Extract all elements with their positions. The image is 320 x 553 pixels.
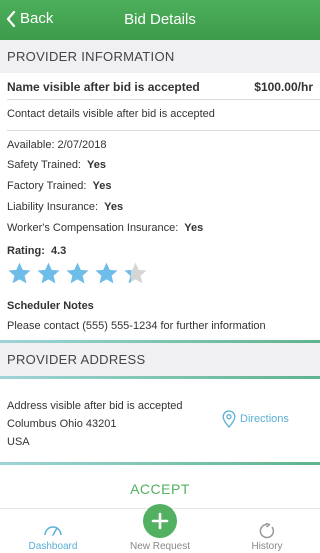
provider-rate: $100.00/hr xyxy=(254,80,313,94)
liability-insurance-row: Liability Insurance: Yes xyxy=(7,201,123,213)
divider xyxy=(7,130,320,131)
attribute-value: Yes xyxy=(87,159,106,171)
address-line-1: Address visible after bid is accepted xyxy=(7,400,183,412)
attribute-label: Factory Trained: xyxy=(7,180,87,192)
rating-value: 4.3 xyxy=(50,245,67,257)
tab-label: History xyxy=(251,541,283,552)
star-icon xyxy=(8,262,31,284)
address-line-3: USA xyxy=(7,436,30,448)
new-request-button[interactable] xyxy=(143,504,177,538)
safety-trained-row: Safety Trained: Yes xyxy=(7,159,106,171)
section-divider xyxy=(0,376,320,379)
directions-label: Directions xyxy=(240,413,289,425)
provider-name: Name visible after bid is accepted xyxy=(7,80,200,94)
accept-button[interactable]: ACCEPT xyxy=(0,481,320,497)
attribute-label: Worker's Compensation Insurance: xyxy=(7,222,179,234)
section-divider xyxy=(0,462,320,465)
factory-trained-row: Factory Trained: Yes xyxy=(7,180,111,192)
top-bar: Back Bid Details xyxy=(0,0,320,40)
attribute-value: Yes xyxy=(92,180,112,192)
speedometer-icon xyxy=(44,526,62,536)
tab-label: New Request xyxy=(129,541,191,552)
plus-icon xyxy=(151,512,169,530)
refresh-icon xyxy=(259,523,275,539)
page-title: Bid Details xyxy=(124,11,196,28)
provider-information-header: PROVIDER INFORMATION xyxy=(0,40,320,73)
scheduler-notes-text: Please contact (555) 555-1234 for furthe… xyxy=(7,320,266,332)
attribute-value: Yes xyxy=(104,201,124,213)
tab-history[interactable]: History xyxy=(222,523,312,552)
rating-label: Rating: xyxy=(7,245,45,257)
tab-label: Dashboard xyxy=(28,541,78,552)
workers-comp-row: Worker's Compensation Insurance: Yes xyxy=(7,222,203,234)
contact-details: Contact details visible after bid is acc… xyxy=(7,108,215,120)
rating-row: Rating: 4.3 xyxy=(7,245,66,257)
star-icon xyxy=(66,262,89,284)
tab-dashboard[interactable]: Dashboard xyxy=(8,523,98,552)
address-line-2: Columbus Ohio 43201 xyxy=(7,418,117,430)
available-date: Available: 2/07/2018 xyxy=(7,139,107,151)
star-icon xyxy=(95,262,118,284)
attribute-value: Yes xyxy=(184,222,204,234)
attribute-label: Safety Trained: xyxy=(7,159,81,171)
attribute-label: Liability Insurance: xyxy=(7,201,99,213)
star-icon xyxy=(37,262,60,284)
star-icon xyxy=(124,262,147,284)
rating-stars xyxy=(7,261,148,286)
map-pin-icon xyxy=(222,410,236,428)
scheduler-notes-title: Scheduler Notes xyxy=(7,300,94,312)
directions-link[interactable]: Directions xyxy=(222,410,289,428)
provider-address-header: PROVIDER ADDRESS xyxy=(0,343,320,376)
divider xyxy=(7,99,320,100)
